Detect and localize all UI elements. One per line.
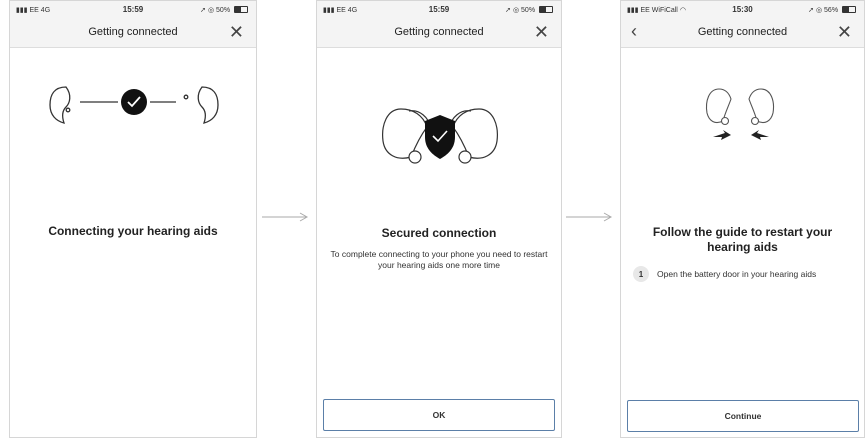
alarm-icon: ◎: [815, 7, 823, 14]
screen-connecting: ▮▮▮ EE 4G 15:59 ➚ ◎ 50% Getting connecte…: [9, 0, 257, 438]
restart-illustration: [705, 88, 775, 140]
hearing-aids-icon: [705, 88, 775, 126]
connecting-illustration: [49, 86, 219, 124]
battery-icon: [842, 6, 856, 13]
location-icon: ➚: [808, 7, 815, 14]
nav-bar: Getting connected ✕: [317, 19, 561, 48]
rotate-arrow-icon: [713, 130, 769, 140]
status-bar: ▮▮▮ EE 4G 15:59 ➚ ◎ 50%: [10, 1, 256, 19]
nav-bar: Getting connected ✕: [10, 19, 256, 48]
battery-status: ➚ ◎ 50%: [200, 6, 248, 14]
location-icon: ➚: [200, 7, 207, 14]
right-hearing-aid-icon: [183, 86, 219, 124]
battery-icon: [539, 6, 553, 13]
check-badge-icon: [121, 89, 147, 115]
close-icon[interactable]: ✕: [229, 23, 244, 41]
guide-step: 1 Open the battery door in your hearing …: [633, 265, 856, 283]
page-heading: Connecting your hearing aids: [48, 224, 218, 238]
battery-icon: [234, 6, 248, 13]
screen-secured: ▮▮▮ EE 4G 15:59 ➚ ◎ 50% Getting connecte…: [316, 0, 562, 438]
battery-status: ➚ ◎ 56%: [808, 6, 856, 14]
alarm-icon: ◎: [207, 7, 215, 14]
page-description: To complete connecting to your phone you…: [330, 249, 548, 270]
secured-illustration: [382, 108, 498, 164]
close-icon[interactable]: ✕: [837, 23, 852, 41]
location-icon: ➚: [505, 7, 512, 14]
nav-title: Getting connected: [88, 26, 178, 38]
shield-check-icon: [425, 115, 455, 159]
nav-title: Getting connected: [697, 26, 788, 38]
page-heading: Secured connection: [381, 226, 497, 240]
arrow-right-icon: [262, 212, 309, 222]
continue-button[interactable]: Continue: [627, 400, 859, 432]
battery-status: ➚ ◎ 50%: [505, 6, 553, 14]
screen-restart-guide: ▮▮▮ EE WiFiCall ◠ 15:30 ➚ ◎ 56% ‹ Gettin…: [620, 0, 865, 438]
close-icon[interactable]: ✕: [534, 23, 549, 41]
status-bar: ▮▮▮ EE WiFiCall ◠ 15:30 ➚ ◎ 56%: [621, 1, 864, 19]
page-heading: Follow the guide to restart your hearing…: [652, 225, 833, 254]
ok-button[interactable]: OK: [323, 399, 555, 431]
nav-title: Getting connected: [394, 26, 484, 38]
nav-bar: ‹ Getting connected ✕: [621, 19, 864, 48]
status-bar: ▮▮▮ EE 4G 15:59 ➚ ◎ 50%: [317, 1, 561, 19]
arrow-right-icon: [566, 212, 613, 222]
step-number: 1: [633, 266, 649, 282]
left-hearing-aid-icon: [49, 86, 71, 124]
step-text: Open the battery door in your hearing ai…: [657, 269, 817, 279]
alarm-icon: ◎: [512, 7, 520, 14]
